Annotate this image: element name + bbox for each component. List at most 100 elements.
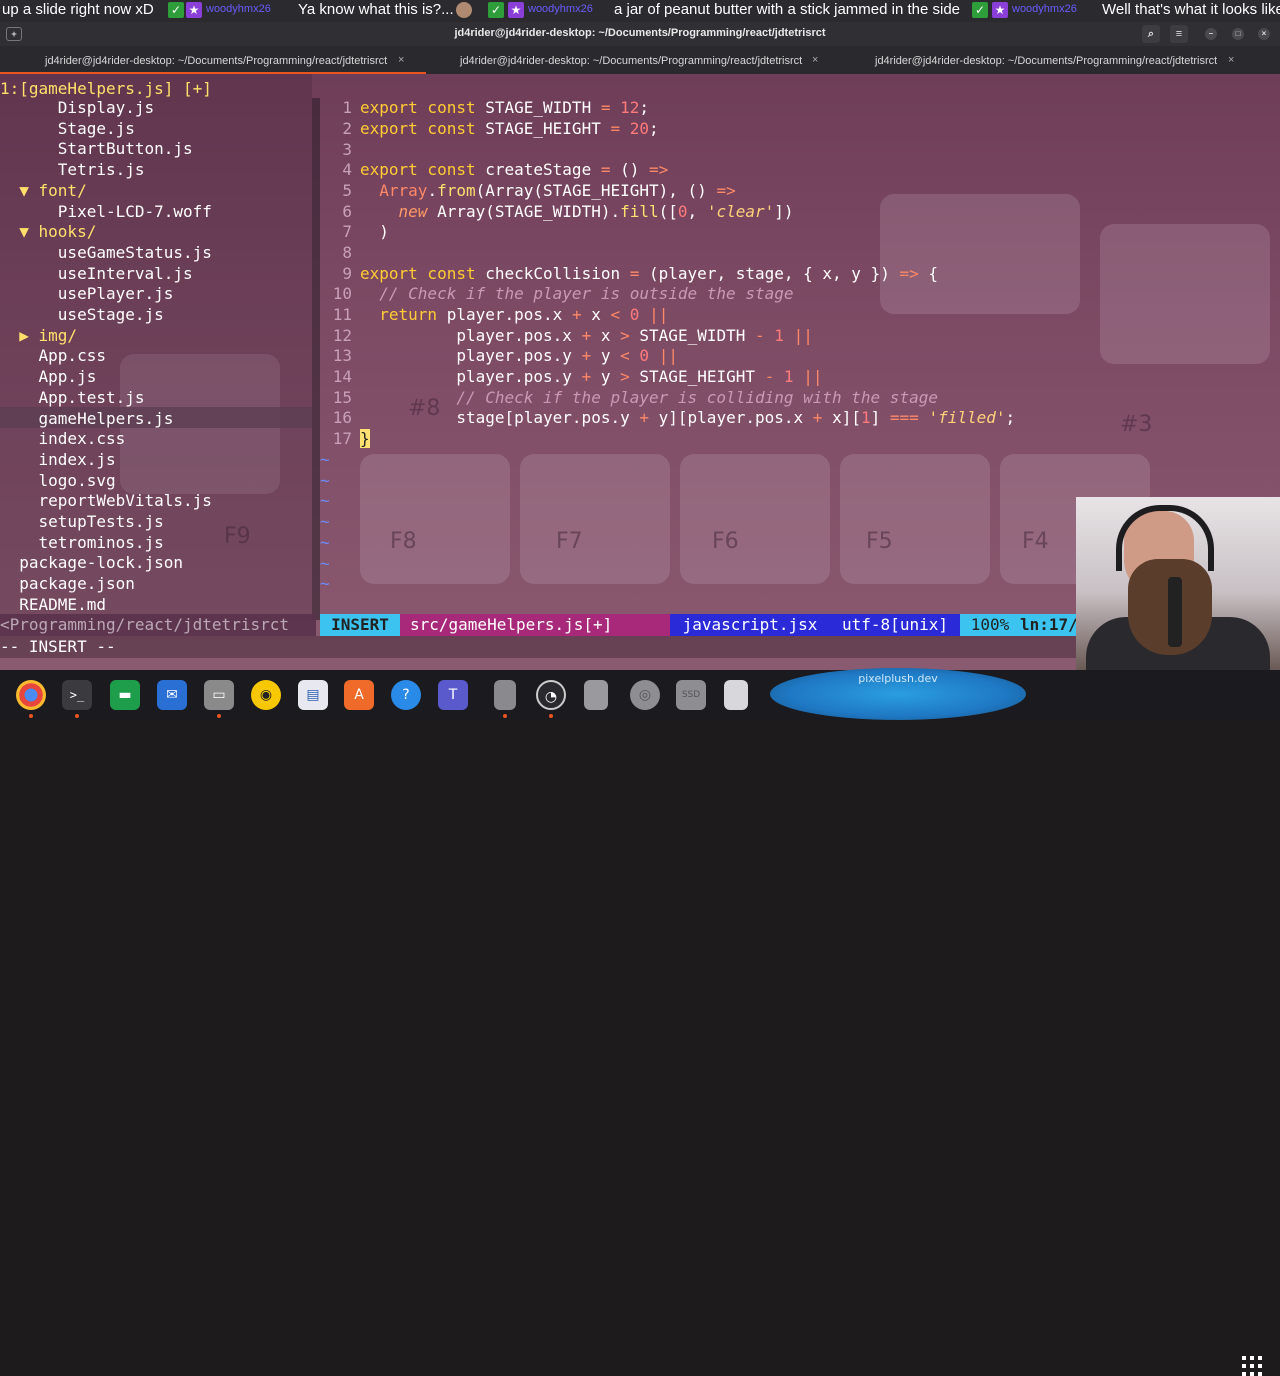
code-line[interactable]: 7 ) — [320, 222, 389, 242]
status-file: src/gameHelpers.js[+] — [400, 614, 670, 636]
code-line[interactable]: 12 player.pos.x + x > STAGE_WIDTH - 1 || — [320, 326, 813, 346]
tree-file[interactable]: App.test.js — [0, 388, 145, 408]
tree-header: 1:[gameHelpers.js] [+] — [0, 79, 212, 98]
removable-drive-icon[interactable] — [724, 680, 748, 710]
pixelplush-label: pixelplush.dev — [858, 672, 938, 685]
running-indicator — [217, 714, 221, 718]
empty-line-marker: ~ — [320, 470, 330, 490]
check-icon: ✓ — [972, 2, 988, 18]
disk-icon[interactable] — [584, 680, 608, 710]
tree-file[interactable]: App.js — [0, 367, 97, 387]
empty-line-marker: ~ — [320, 553, 330, 573]
code-line[interactable]: 1 export const STAGE_WIDTH = 12; — [320, 98, 649, 118]
menu-icon[interactable]: ≡ — [1170, 25, 1188, 43]
code-line[interactable]: 14 player.pos.y + y > STAGE_HEIGHT - 1 |… — [320, 367, 823, 387]
terminal-icon[interactable]: >_ — [62, 680, 92, 710]
tree-file[interactable]: gameHelpers.js — [0, 409, 174, 429]
code-line[interactable]: 10 // Check if the player is outside the… — [320, 284, 794, 304]
tree-file[interactable]: useInterval.js — [0, 264, 193, 284]
tree-folder[interactable]: ▼ font/ — [0, 181, 86, 201]
close-tab-icon[interactable]: × — [398, 54, 404, 66]
tree-file[interactable]: useGameStatus.js — [0, 243, 212, 263]
tree-file[interactable]: reportWebVitals.js — [0, 491, 212, 511]
tree-file[interactable]: README.md — [0, 595, 106, 615]
tree-file[interactable]: package-lock.json — [0, 553, 183, 573]
code-line[interactable]: 6 new Array(STAGE_WIDTH).fill([0, 'clear… — [320, 202, 793, 222]
text-cursor: } — [360, 429, 370, 448]
ticker-username: woodyhmx26 — [206, 3, 271, 15]
ticker-message: Ya know what this is?... — [298, 1, 454, 18]
ssd-icon[interactable]: SSD — [676, 680, 706, 710]
running-indicator — [503, 714, 507, 718]
window-title: jd4rider@jd4rider-desktop: ~/Documents/P… — [454, 27, 826, 39]
usb-drive-icon[interactable] — [494, 680, 516, 710]
tree-file[interactable]: StartButton.js — [0, 139, 193, 159]
status-filetype: javascript.jsx — [670, 614, 830, 636]
tree-cwd: <Programming/react/jdtetrisrct — [0, 614, 316, 636]
empty-line-marker: ~ — [320, 512, 330, 532]
minimize-icon[interactable]: – — [1205, 28, 1217, 40]
close-tab-icon[interactable]: × — [1228, 54, 1234, 66]
close-tab-icon[interactable]: × — [812, 54, 818, 66]
code-line[interactable]: 4 export const createStage = () => — [320, 160, 668, 180]
tree-file[interactable]: usePlayer.js — [0, 284, 174, 304]
status-encoding: utf-8[unix] — [830, 614, 960, 636]
terminal-tab[interactable]: jd4rider@jd4rider-desktop: ~/Documents/P… — [426, 46, 852, 74]
chrome-icon[interactable] — [16, 680, 46, 710]
tree-file[interactable]: Display.js — [0, 98, 154, 118]
code-line[interactable]: 13 player.pos.y + y < 0 || — [320, 346, 678, 366]
tree-file[interactable]: setupTests.js — [0, 512, 164, 532]
code-line[interactable]: 5 Array.from(Array(STAGE_HEIGHT), () => — [320, 181, 735, 201]
close-icon[interactable]: × — [1258, 28, 1270, 40]
ticker-message: a jar of peanut butter with a stick jamm… — [614, 1, 961, 18]
folder-icon[interactable]: ▭ — [204, 680, 234, 710]
tree-folder[interactable]: ▶ img/ — [0, 326, 77, 346]
code-line[interactable]: 16 stage[player.pos.y + y][player.pos.x … — [320, 408, 1015, 428]
code-line[interactable]: 11 return player.pos.x + x < 0 || — [320, 305, 669, 325]
tree-file[interactable]: useStage.js — [0, 305, 164, 325]
search-icon[interactable]: ⌕ — [1142, 25, 1160, 43]
app-grid-icon[interactable] — [1242, 1356, 1262, 1376]
tab-label: jd4rider@jd4rider-desktop: ~/Documents/P… — [460, 55, 803, 67]
help-icon[interactable]: ? — [391, 680, 421, 710]
code-line[interactable]: 3 — [320, 140, 360, 160]
obs-icon[interactable]: ◔ — [536, 680, 566, 710]
headphones-icon — [1116, 505, 1214, 571]
code-line[interactable]: 17} — [320, 429, 370, 449]
chat-icon[interactable]: ▬ — [110, 680, 140, 710]
code-line[interactable]: 9 export const checkCollision = (player, … — [320, 264, 938, 284]
star-icon: ★ — [992, 2, 1008, 18]
code-line[interactable]: 8 — [320, 243, 360, 263]
tree-file[interactable]: Stage.js — [0, 119, 135, 139]
code-line[interactable]: 15 // Check if the player is colliding w… — [320, 388, 938, 408]
ticker-message: up a slide right now xD — [2, 1, 154, 18]
terminal-tabs: jd4rider@jd4rider-desktop: ~/Documents/P… — [0, 46, 1280, 74]
tree-file[interactable]: logo.svg — [0, 471, 116, 491]
tree-file[interactable]: package.json — [0, 574, 135, 594]
terminal-tab[interactable]: jd4rider@jd4rider-desktop: ~/Documents/P… — [0, 46, 426, 74]
tree-folder[interactable]: ▼ hooks/ — [0, 222, 96, 242]
ticker-username: woodyhmx26 — [528, 3, 593, 15]
empty-line-marker: ~ — [320, 574, 330, 594]
star-icon: ★ — [186, 2, 202, 18]
software-center-icon[interactable]: A — [344, 680, 374, 710]
document-icon[interactable]: ▤ — [298, 680, 328, 710]
tree-file[interactable]: Tetris.js — [0, 160, 145, 180]
running-indicator — [549, 714, 553, 718]
check-icon: ✓ — [168, 2, 184, 18]
mail-icon[interactable]: ✉ — [157, 680, 187, 710]
tree-file[interactable]: Pixel-LCD-7.woff — [0, 202, 212, 222]
tree-file[interactable]: App.css — [0, 346, 106, 366]
tree-file[interactable]: index.js — [0, 450, 116, 470]
rhythmbox-icon[interactable]: ◉ — [251, 680, 281, 710]
status-position: ln:17/1 — [1020, 614, 1080, 636]
maximize-icon[interactable]: □ — [1232, 28, 1244, 40]
tree-file[interactable]: tetrominos.js — [0, 533, 164, 553]
optical-drive-icon[interactable]: ◎ — [630, 680, 660, 710]
running-indicator — [29, 714, 33, 718]
teams-icon[interactable]: T — [438, 680, 468, 710]
terminal-tab[interactable]: jd4rider@jd4rider-desktop: ~/Documents/P… — [852, 46, 1278, 74]
tree-file[interactable]: index.css — [0, 429, 126, 449]
code-line[interactable]: 2 export const STAGE_HEIGHT = 20; — [320, 119, 658, 139]
microphone-icon — [1168, 577, 1182, 647]
